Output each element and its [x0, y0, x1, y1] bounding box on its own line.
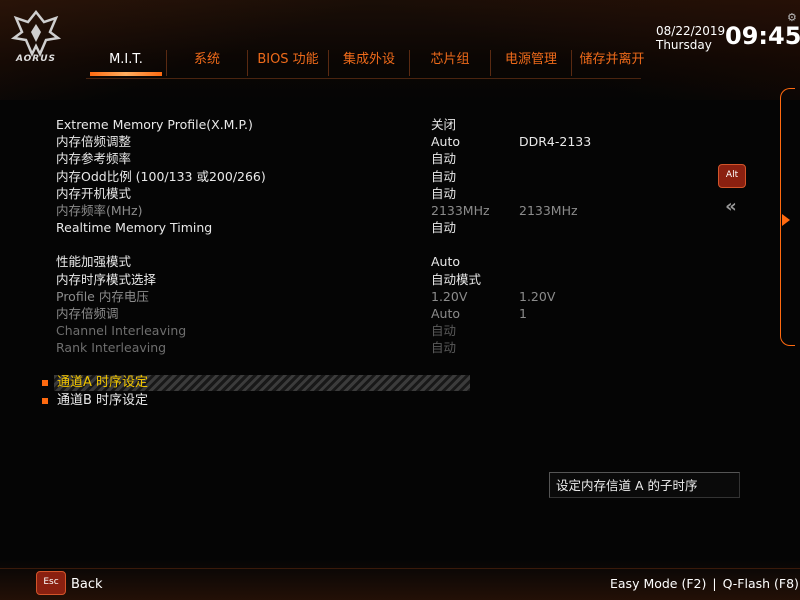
date-text: 08/22/2019 [656, 24, 726, 38]
tab-peripherals[interactable]: 集成外设 [328, 50, 409, 76]
setting-current-value: DDR4-2133 [519, 134, 592, 150]
setting-value: 自动 [431, 323, 457, 339]
setting-label: Realtime Memory Timing [56, 220, 213, 236]
setting-value[interactable]: Auto [431, 253, 460, 270]
weekday-text: Thursday [656, 38, 712, 52]
tab-underline [86, 78, 641, 79]
tab-mit[interactable]: M.I.T. [86, 50, 166, 76]
setting-label: 内存Odd比例 (100/133 或200/266) [56, 168, 266, 184]
footer-separator: | [712, 576, 717, 591]
bullet-icon [42, 398, 48, 404]
row-gap [56, 236, 676, 253]
back-button-label[interactable]: Back [71, 577, 103, 592]
setting-label: 性能加强模式 [56, 254, 132, 270]
setting-value: 自动 [431, 340, 457, 356]
setting-value[interactable]: 关闭 [431, 116, 456, 133]
setting-value[interactable]: 自动 [431, 219, 456, 236]
setting-current-value: 2133MHz [519, 202, 578, 218]
easy-mode-button[interactable]: Easy Mode (F2) [610, 576, 706, 591]
setting-value: 1.20V [431, 288, 468, 304]
tab-chipset[interactable]: 芯片组 [409, 50, 490, 76]
tab-bios-features[interactable]: BIOS 功能 [247, 50, 328, 76]
setting-row-realtime-timing[interactable]: Realtime Memory Timing 自动 [56, 219, 676, 236]
setting-row-memory-multiplier-tweak: 内存倍频调 Auto 1 [56, 305, 676, 322]
submenu-channel-a-timing[interactable]: 通道A 时序设定 [42, 374, 470, 392]
setting-value[interactable]: 自动 [431, 168, 456, 185]
setting-label: 内存倍频调 [56, 305, 119, 321]
setting-label: Profile 内存电压 [56, 288, 149, 304]
setting-row-xmp[interactable]: Extreme Memory Profile(X.M.P.) 关闭 [56, 116, 676, 133]
submenu-list: 通道A 时序设定 通道B 时序设定 [42, 374, 470, 410]
alt-key-button[interactable]: Alt [718, 164, 746, 188]
qflash-button[interactable]: Q-Flash (F8) [723, 576, 799, 591]
settings-list: Extreme Memory Profile(X.M.P.) 关闭 内存倍频调整… [56, 116, 676, 356]
brand-logo-text: AORUS [15, 54, 57, 64]
setting-value: Auto [431, 305, 461, 321]
setting-row-performance-mode[interactable]: 性能加强模式 Auto [56, 253, 676, 270]
setting-row-timing-mode[interactable]: 内存时序模式选择 自动模式 [56, 271, 676, 288]
setting-label: Channel Interleaving [56, 323, 187, 339]
setting-label: Rank Interleaving [56, 340, 167, 356]
submenu-label: 通道B 时序设定 [57, 393, 149, 408]
setting-row-memory-multiplier[interactable]: 内存倍频调整 Auto DDR4-2133 [56, 133, 676, 150]
date-display: 08/22/2019 Thursday [656, 24, 725, 52]
setting-label: 内存参考频率 [56, 151, 132, 167]
setting-value[interactable]: 自动 [431, 150, 456, 167]
tab-save-exit[interactable]: 储存并离开 [571, 50, 652, 76]
setting-row-memory-frequency: 内存频率(MHz) 2133MHz 2133MHz [56, 202, 676, 219]
setting-row-memory-ref-clock[interactable]: 内存参考频率 自动 [56, 150, 676, 167]
setting-label: 内存频率(MHz) [56, 202, 143, 218]
setting-value[interactable]: 自动模式 [431, 271, 481, 288]
clock-time: 09:45 [725, 22, 800, 50]
setting-label: Extreme Memory Profile(X.M.P.) [56, 117, 253, 132]
footer-shortcuts: Easy Mode (F2) | Q-Flash (F8) [610, 576, 799, 591]
tab-power[interactable]: 电源管理 [490, 50, 571, 76]
setting-row-channel-interleaving: Channel Interleaving 自动 [56, 322, 676, 339]
setting-label: 内存开机模式 [56, 185, 132, 201]
setting-row-rank-interleaving: Rank Interleaving 自动 [56, 339, 676, 356]
setting-label: 内存时序模式选择 [56, 271, 157, 287]
setting-value: 2133MHz [431, 202, 490, 218]
side-panel-arrow-icon[interactable] [782, 214, 790, 226]
gear-icon[interactable]: ⚙ [787, 12, 797, 23]
submenu-channel-b-timing[interactable]: 通道B 时序设定 [42, 392, 462, 410]
setting-value[interactable]: Auto [431, 133, 460, 150]
main-tabs: M.I.T. 系统 BIOS 功能 集成外设 芯片组 电源管理 储存并离开 [86, 50, 652, 80]
setting-row-memory-boot-mode[interactable]: 内存开机模式 自动 [56, 185, 676, 202]
esc-key-button[interactable]: Esc [36, 571, 66, 595]
bullet-icon [42, 380, 48, 386]
setting-value[interactable]: 自动 [431, 185, 456, 202]
tab-system[interactable]: 系统 [166, 50, 247, 76]
footer-divider [0, 568, 800, 569]
setting-current-value: 1.20V [519, 288, 556, 304]
setting-current-value: 1 [519, 305, 527, 321]
setting-label: 内存倍频调整 [56, 134, 132, 150]
setting-row-odd-ratio[interactable]: 内存Odd比例 (100/133 或200/266) 自动 [56, 168, 676, 185]
help-description: 设定内存信道 A 的子时序 [549, 472, 740, 498]
setting-row-profile-voltage: Profile 内存电压 1.20V 1.20V [56, 288, 676, 305]
submenu-label: 通道A 时序设定 [57, 375, 149, 390]
double-chevron-left-icon[interactable]: « [719, 196, 743, 218]
